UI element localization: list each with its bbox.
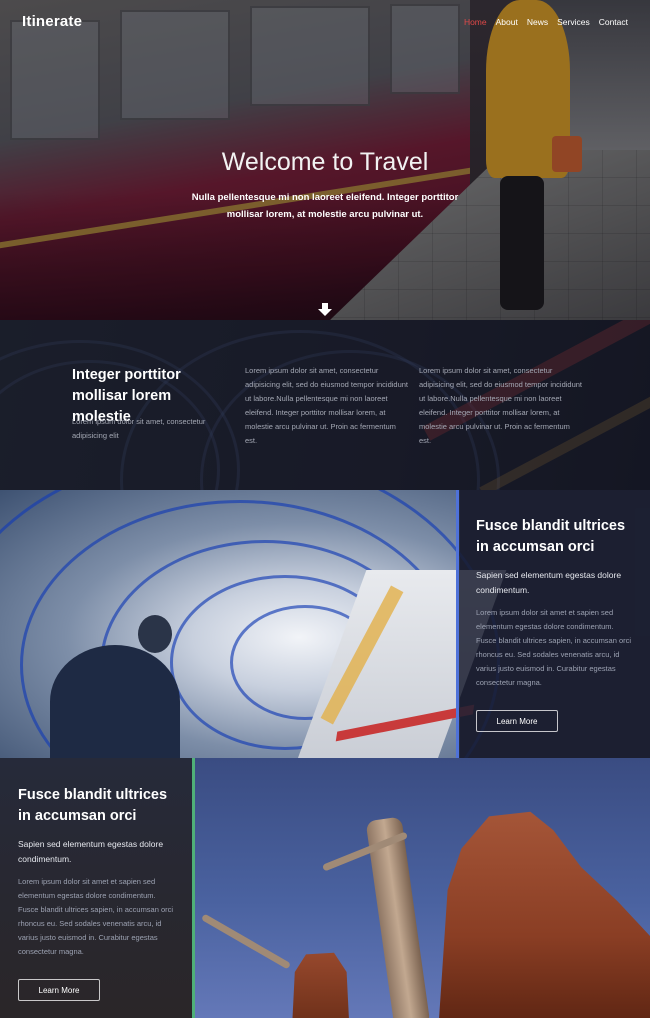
arrow-down-icon[interactable] (317, 303, 333, 317)
feature-body: Lorem ipsum dolor sit amet et sapien sed… (18, 877, 174, 956)
feature-body: Lorem ipsum dolor sit amet et sapien sed… (476, 608, 632, 687)
walker-figure (50, 645, 180, 758)
nav-item-contact[interactable]: Contact (599, 17, 628, 27)
top-navigation: Itinerate Home About News Services Conta… (0, 0, 650, 44)
learn-more-button[interactable]: Learn More (18, 979, 100, 1001)
intro-column-1: Lorem ipsum dolor sit amet, consectetur … (245, 366, 409, 445)
hero-title: Welcome to Travel (221, 148, 429, 176)
feature-subheading: Sapien sed elementum egestas dolore cond… (18, 839, 164, 864)
nav-item-home[interactable]: Home (464, 17, 487, 27)
site-logo[interactable]: Itinerate (22, 13, 82, 30)
nav-item-news[interactable]: News (527, 17, 548, 27)
intro-column-2: Lorem ipsum dolor sit amet, consectetur … (419, 366, 583, 445)
accent-divider (456, 490, 459, 758)
hero-subtitle: Nulla pellentesque mi non laoreet eleife… (191, 192, 459, 220)
nav-menu: Home About News Services Contact (464, 17, 628, 27)
feature-subheading: Sapien sed elementum egestas dolore cond… (476, 570, 622, 595)
accent-divider (192, 758, 195, 1018)
feature-heading: Fusce blandit ultrices in accumsan orci (18, 787, 168, 824)
learn-more-button[interactable]: Learn More (476, 710, 558, 732)
walker-head (138, 615, 172, 653)
nav-item-about[interactable]: About (496, 17, 518, 27)
intro-caption: Lorem ipsum dolor sit amet, consectetur … (72, 417, 206, 440)
nav-item-services[interactable]: Services (557, 17, 590, 27)
feature-heading: Fusce blandit ultrices in accumsan orci (476, 518, 626, 555)
